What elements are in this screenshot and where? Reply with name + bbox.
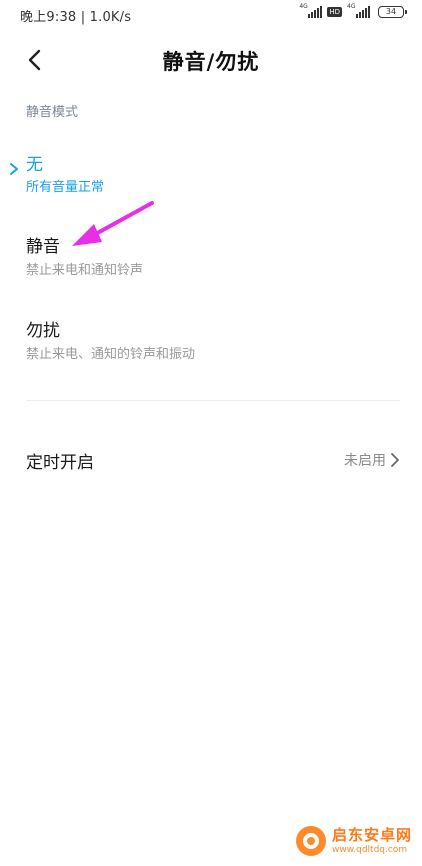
watermark: 启东安卓网 www.qdltdq.com	[296, 826, 412, 856]
watermark-name: 启东安卓网	[332, 825, 413, 844]
section-divider	[26, 400, 400, 401]
watermark-url: www.qdltdq.com	[332, 844, 408, 855]
settings-screen: 晚上9:38 | 1.0K/s 4G HD 4G 34 静音/勿扰 静音模式 无…	[0, 0, 422, 866]
app-header: 静音/勿扰	[0, 38, 422, 82]
network-type-label: 4G	[347, 3, 356, 10]
mode-option-silent[interactable]: 静音 禁止来电和通知铃声	[0, 228, 422, 284]
option-title: 静音	[26, 237, 60, 257]
battery-level: 34	[385, 7, 397, 16]
mode-option-dnd[interactable]: 勿扰 禁止来电、通知的铃声和振动	[0, 312, 422, 368]
schedule-status: 未启用	[344, 453, 386, 469]
section-label-silent-mode: 静音模式	[26, 105, 79, 120]
watermark-text: 启东安卓网 www.qdltdq.com	[332, 825, 413, 855]
page-title: 静音/勿扰	[162, 50, 260, 74]
selected-chevron-icon	[10, 163, 18, 175]
option-description: 禁止来电和通知铃声	[26, 263, 144, 278]
option-title: 无	[26, 155, 43, 175]
status-bar: 晚上9:38 | 1.0K/s 4G HD 4G 34	[0, 0, 422, 30]
option-description: 禁止来电、通知的铃声和振动	[26, 347, 196, 362]
watermark-logo-icon	[296, 826, 326, 856]
status-time-speed: 晚上9:38 | 1.0K/s	[20, 10, 132, 25]
option-description: 所有音量正常	[26, 180, 105, 195]
schedule-row[interactable]: 定时开启 未启用	[0, 440, 422, 480]
mode-option-none[interactable]: 无 所有音量正常	[0, 146, 422, 202]
signal-icon: 4G	[347, 3, 370, 18]
signal-icon: 4G	[299, 3, 323, 18]
battery-icon: 34	[378, 6, 407, 18]
schedule-label: 定时开启	[26, 453, 94, 473]
option-title: 勿扰	[26, 321, 60, 341]
status-icons: 4G HD 4G 34	[299, 3, 407, 18]
annotation-arrow-icon	[72, 201, 154, 246]
network-type-label: 4G	[299, 3, 308, 10]
hd-volte-icon: HD	[327, 7, 342, 17]
chevron-right-icon	[391, 453, 399, 467]
